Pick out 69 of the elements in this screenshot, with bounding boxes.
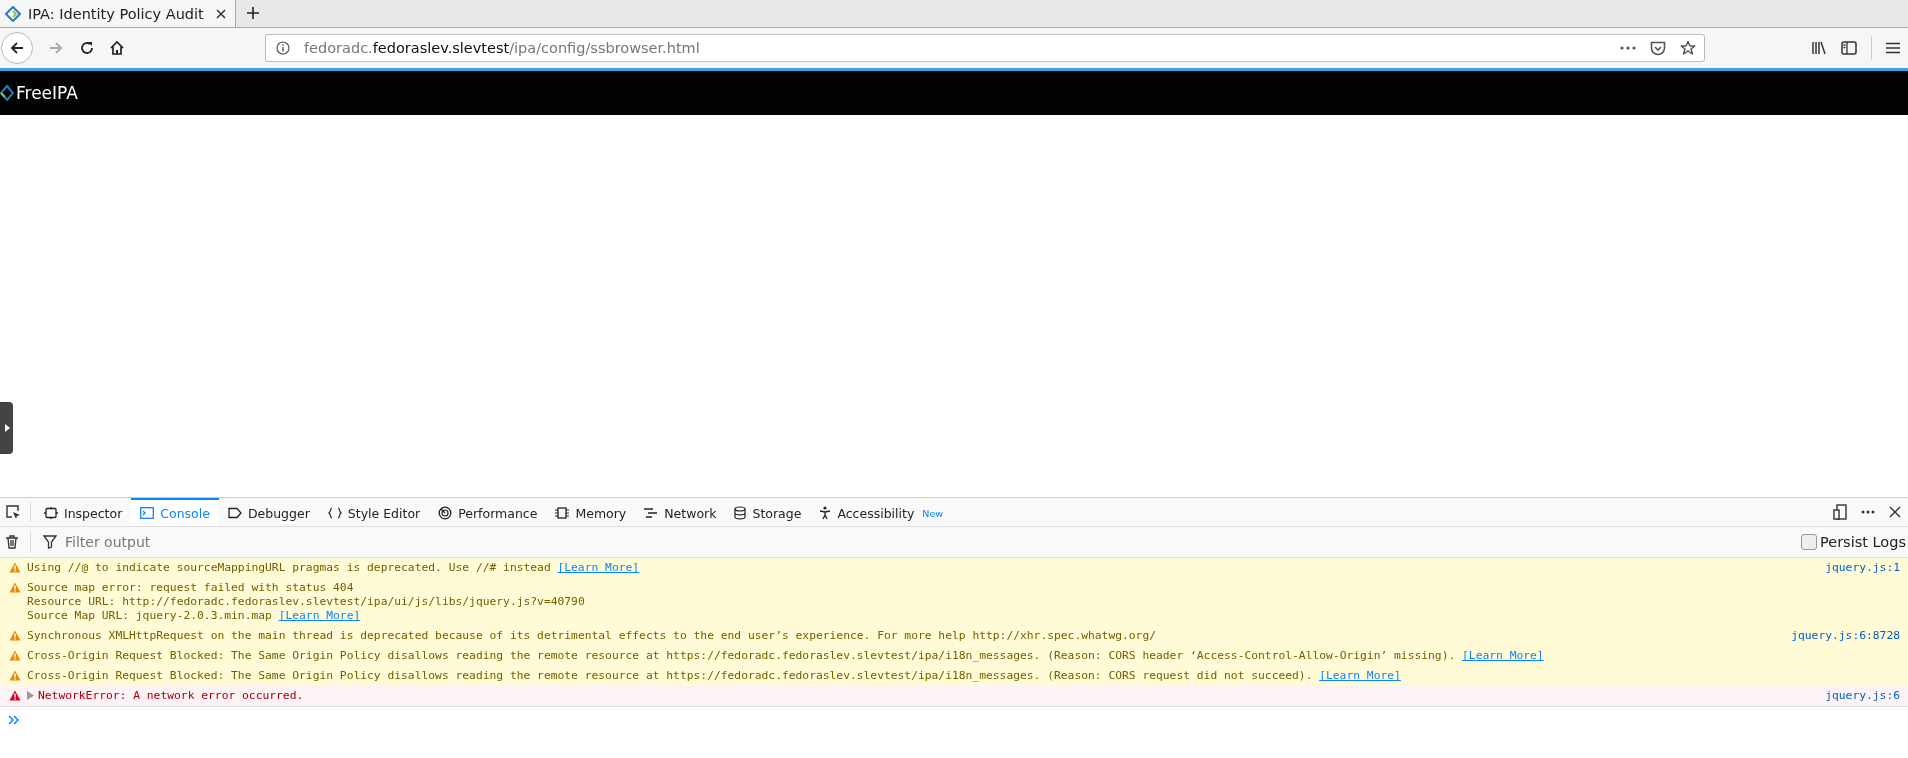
trash-icon[interactable] <box>6 535 18 549</box>
back-button[interactable] <box>1 32 33 64</box>
message-text: NetworkError: A network error occurred. <box>38 689 305 703</box>
new-tab-icon[interactable] <box>246 6 260 20</box>
prompt-icon[interactable] <box>8 715 20 725</box>
message-text: Source map error: request failed with status 404 <box>27 581 355 595</box>
expand-arrow-icon[interactable] <box>27 691 34 700</box>
source-link[interactable]: jquery.js:6 <box>1825 689 1900 703</box>
source-link[interactable]: jquery.js:6:8728 <box>1791 629 1900 643</box>
chip-icon <box>555 507 570 519</box>
devtools-tab[interactable]: Inspector <box>35 498 132 526</box>
brand-name: FreeIPA <box>16 83 78 103</box>
learn-more-link[interactable]: [Learn More] <box>1462 649 1544 662</box>
more-icon[interactable] <box>1861 510 1875 514</box>
new-label: New <box>922 507 944 519</box>
message-text: Using //@ to indicate sourceMappingURL pragmas is deprecated. Use //# instead [Learn More] <box>27 561 641 575</box>
devtools-tab[interactable]: Memory <box>546 498 636 526</box>
diamond-logo-icon <box>0 85 14 101</box>
message-text: Cross-Origin Request Blocked: The Same Origin Policy disallows reading the remote resource at https://fedoradc.fedoraslev.slevtest/ipa/i18n_messages. (Reason: CORS header ‘Access-Control-Allow-Origin’ missing). [Learn More] <box>27 649 1545 663</box>
console-icon <box>140 507 155 519</box>
sidebar-icon[interactable] <box>1841 41 1857 55</box>
star-icon[interactable] <box>1680 40 1696 56</box>
address-bar[interactable]: fedoradc.fedoraslev.slevtest/ipa/config/ssbrowser.html <box>265 34 1705 62</box>
devtools-tab[interactable]: Performance <box>429 498 547 526</box>
browser-tab[interactable]: IPA: Identity Policy Audit <box>0 0 236 27</box>
warning-icon <box>9 670 21 681</box>
menu-icon[interactable] <box>1886 42 1900 54</box>
learn-more-link[interactable]: [Learn More] <box>278 609 361 622</box>
warning-icon <box>9 650 21 661</box>
message-text: Resource URL: http://fedoradc.fedoraslev.slevtest/ipa/ui/js/libs/jquery.js?v=40790 <box>27 595 586 609</box>
close-icon[interactable] <box>215 7 227 20</box>
dock-icon[interactable] <box>1833 504 1847 520</box>
learn-more-link[interactable]: [Learn More] <box>1319 669 1401 682</box>
info-icon[interactable] <box>276 41 290 55</box>
warning-icon <box>9 582 21 593</box>
more-icon[interactable] <box>1620 46 1636 50</box>
url-text: fedoradc.fedoraslev.slevtest/ipa/config/ssbrowser.html <box>304 40 700 56</box>
reload-icon[interactable] <box>79 40 95 56</box>
library-icon[interactable] <box>1811 41 1827 55</box>
diamond-logo-icon <box>5 5 21 22</box>
learn-more-link[interactable]: [Learn More] <box>557 561 640 574</box>
devtools-tab[interactable]: Network <box>635 498 726 526</box>
pocket-icon[interactable] <box>1650 40 1666 56</box>
inspector-icon <box>44 507 58 519</box>
sidebar-handle[interactable] <box>0 402 13 454</box>
persist-logs-checkbox[interactable]: Persist Logs <box>1801 534 1906 550</box>
devtools-tab[interactable]: Console <box>131 498 219 526</box>
home-icon[interactable] <box>109 40 125 56</box>
warning-icon <box>9 562 21 573</box>
filter-icon[interactable] <box>43 535 57 549</box>
close-icon[interactable] <box>1889 506 1901 518</box>
error-icon <box>9 690 21 701</box>
message-text: Synchronous XMLHttpRequest on the main thread is deprecated because of its detrimental effects to the end user’s experience. For more help http://xhr.spec.whatwg.org/ <box>27 629 1158 643</box>
braces-icon <box>327 507 342 519</box>
devtools-tab[interactable]: Style Editor <box>318 498 430 526</box>
checkbox[interactable] <box>1801 534 1817 550</box>
debugger-icon <box>227 507 242 519</box>
devtools-tab[interactable]: Accessibility New <box>810 498 953 526</box>
warning-icon <box>9 630 21 641</box>
accessibility-icon <box>819 506 832 520</box>
gauge-icon <box>438 506 453 520</box>
message-text: Cross-Origin Request Blocked: The Same Origin Policy disallows reading the remote resource at https://fedoradc.fedoraslev.slevtest/ipa/i18n_messages. (Reason: CORS request did not succeed). [Learn More] <box>27 669 1402 683</box>
network-icon <box>644 507 659 519</box>
source-link[interactable]: jquery.js:1 <box>1825 561 1900 575</box>
message-text: Source Map URL: jquery-2.0.3.min.map [Learn More] <box>27 609 362 623</box>
database-icon <box>734 506 747 520</box>
element-picker-icon[interactable] <box>5 504 21 520</box>
devtools-tab[interactable]: Storage <box>725 498 811 526</box>
devtools-tab[interactable]: Debugger <box>218 498 319 526</box>
